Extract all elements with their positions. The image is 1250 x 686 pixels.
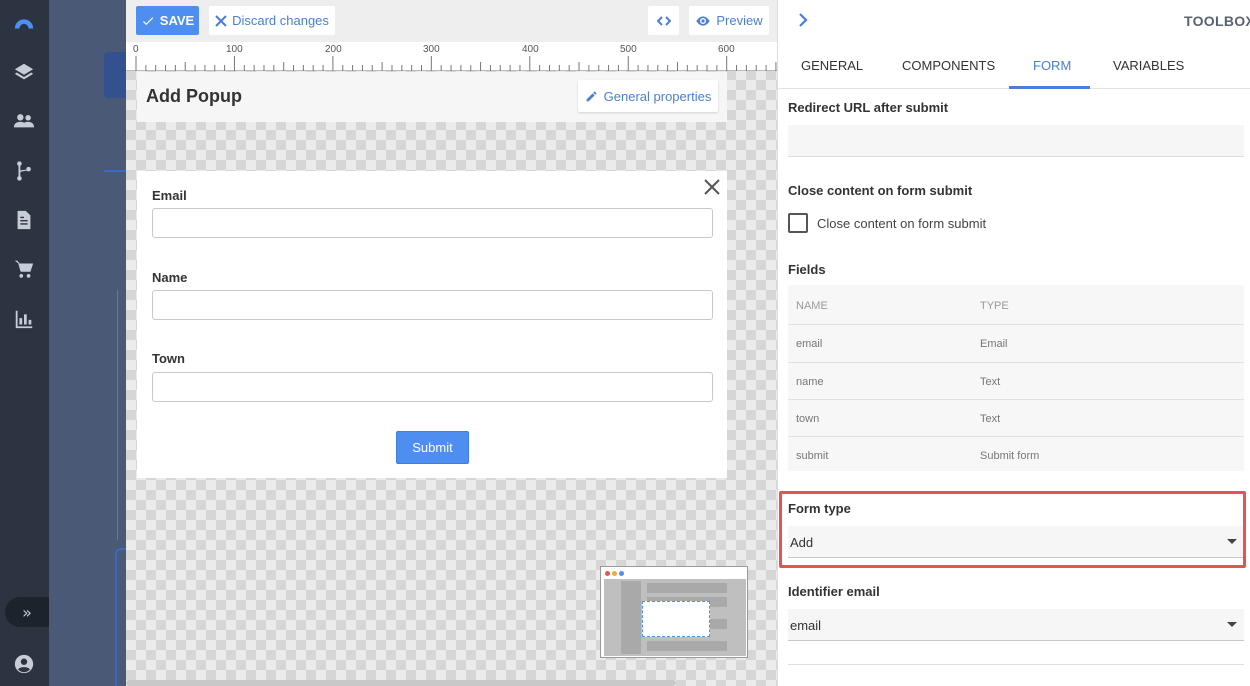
fields-heading: Fields [788,262,826,277]
name-field-label: Name [152,270,188,285]
left-nav-rail: » [0,0,49,686]
popup-close-icon[interactable] [702,177,722,197]
tab-general[interactable]: GENERAL [801,58,863,73]
collapse-toolbox-chevron-icon[interactable] [796,12,810,28]
preview-button-label: Preview [716,13,763,28]
discard-button-label: Discard changes [232,13,329,28]
minimap-page [604,579,746,656]
identifier-email-select[interactable]: email [788,609,1244,641]
double-chevron-icon: » [22,602,32,622]
code-view-button[interactable] [648,6,679,35]
eye-icon [696,15,711,26]
minimap-viewport[interactable] [642,601,710,637]
popup-form-preview[interactable]: Email Name Town Submit [137,171,727,478]
background-page-overlay [49,0,145,686]
popup-header: Add Popup General properties [137,72,727,122]
code-icon [656,15,671,26]
ruler-label: 600 [718,44,735,55]
email-field-label: Email [152,188,187,203]
document-icon[interactable] [12,208,36,232]
ruler-label: 200 [325,44,342,55]
horizontal-scrollbar[interactable] [126,680,676,686]
save-button-label: SAVE [159,13,195,28]
identifier-email-label: Identifier email [788,584,880,599]
toolbox-tabs: GENERAL COMPONENTS FORM VARIABLES [778,42,1250,89]
table-cell-name: email [796,338,823,350]
expand-sidebar-button[interactable]: » [5,597,49,627]
table-divider [788,362,1244,363]
column-header-name: NAME [796,300,828,312]
ruler-label: 0 [133,44,139,55]
users-icon[interactable] [12,109,36,133]
tab-components[interactable]: COMPONENTS [902,58,995,73]
ruler-label: 400 [522,44,539,55]
town-field-label: Town [152,351,185,366]
email-input[interactable] [152,208,713,238]
table-cell-type: Text [980,413,1001,425]
close-content-heading: Close content on form submit [788,183,973,198]
chart-icon[interactable] [12,307,36,331]
ruler-label: 300 [423,44,440,55]
layers-icon[interactable] [12,60,36,84]
minimap-dot [612,571,617,576]
ruler-label: 100 [226,44,243,55]
ruler-label: 500 [620,44,637,55]
table-divider [788,324,1244,325]
form-type-highlight-box [779,491,1246,568]
table-cell-name: submit [796,450,829,462]
canvas-minimap[interactable] [600,566,748,658]
check-icon [142,16,154,25]
fields-table: NAME TYPE email Email name Text town Tex… [788,285,1244,471]
logo-icon[interactable] [12,11,36,35]
save-button[interactable]: SAVE [136,6,199,35]
discard-changes-button[interactable]: Discard changes [209,6,335,35]
horizontal-ruler: 0 100 200 300 400 500 600 [126,42,777,71]
toolbox-title: TOOLBOX [1184,13,1250,29]
table-cell-type: Text [980,376,1001,388]
minimap-dot [619,571,624,576]
submit-button[interactable]: Submit [396,431,469,464]
table-divider [788,436,1244,437]
tab-form[interactable]: FORM [1033,58,1071,73]
close-icon [215,14,227,27]
caret-down-icon [1227,622,1237,627]
table-divider [788,399,1244,400]
editor-toolbar: SAVE Discard changes Preview [126,0,777,42]
minimap-dot [605,571,610,576]
minimap-row [647,641,727,651]
general-properties-label: General properties [603,88,712,104]
column-header-type: TYPE [980,300,1009,312]
identifier-email-value: email [790,618,822,633]
account-icon[interactable] [12,652,36,676]
table-cell-type: Email [980,338,1008,350]
redirect-url-input[interactable] [788,125,1244,157]
redirect-url-label: Redirect URL after submit [788,100,949,115]
table-cell-name: name [796,376,824,388]
general-properties-button[interactable]: General properties [578,80,718,112]
toolbox-form-settings: Redirect URL after submit Close content … [778,89,1250,686]
table-cell-name: town [796,413,820,425]
name-input[interactable] [152,290,713,320]
cart-icon[interactable] [12,257,36,281]
table-cell-type: Submit form [980,450,1040,462]
popup-editor-canvas: SAVE Discard changes Preview 0 100 200 3… [126,0,777,686]
popup-title: Add Popup [146,86,242,106]
minimap-row [647,583,727,593]
pencil-icon [586,91,597,101]
close-content-checkbox[interactable] [788,213,808,233]
section-divider [788,664,1244,665]
town-input[interactable] [152,372,713,402]
toolbox-panel: TOOLBOX GENERAL COMPONENTS FORM VARIABLE… [777,0,1250,686]
minimap-sidebar [621,581,641,654]
close-content-checkbox-label: Close content on form submit [817,216,987,231]
ruler-ticks [135,56,777,71]
tab-variables[interactable]: VARIABLES [1113,58,1184,73]
preview-button[interactable]: Preview [689,6,769,35]
branch-icon[interactable] [12,159,36,183]
